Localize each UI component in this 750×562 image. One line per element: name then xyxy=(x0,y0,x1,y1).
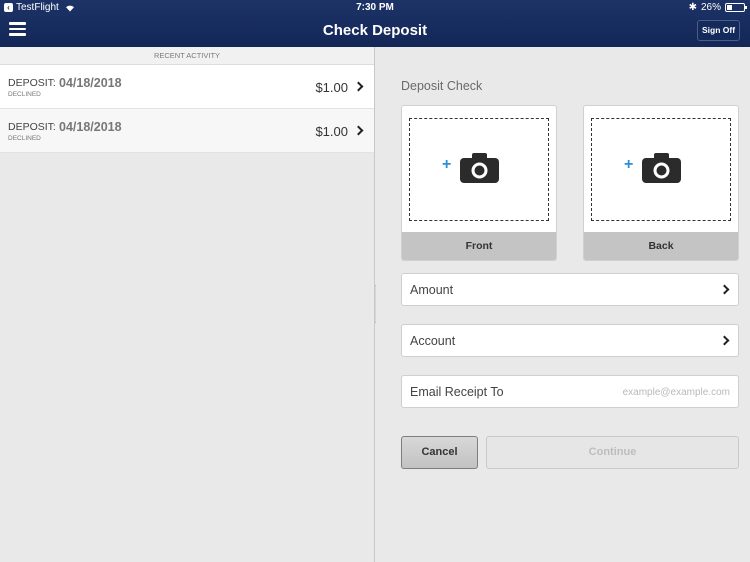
recent-activity-header: RECENT ACTIVITY xyxy=(0,47,374,65)
top-bar: ‹ TestFlight 7:30 PM ✱ 26% Check Deposit… xyxy=(0,0,750,47)
activity-row[interactable]: DEPOSIT: 04/18/2018 DECLINED $1.00 xyxy=(0,65,374,109)
back-photo-capture[interactable]: + Back xyxy=(583,105,739,261)
camera-icon xyxy=(642,153,681,183)
plus-icon: + xyxy=(442,156,452,173)
chevron-right-icon xyxy=(353,125,364,136)
front-label: Front xyxy=(402,232,556,260)
back-label: Back xyxy=(584,232,738,260)
email-receipt-label: Email Receipt To xyxy=(410,385,504,399)
chevron-right-icon xyxy=(719,335,730,346)
activity-status: DECLINED xyxy=(8,135,41,142)
recent-activity-panel: RECENT ACTIVITY DEPOSIT: 04/18/2018 DECL… xyxy=(0,47,375,562)
front-photo-capture[interactable]: + Front xyxy=(401,105,557,261)
activity-date: 04/18/2018 xyxy=(59,76,122,90)
bluetooth-icon: ✱ xyxy=(688,2,697,13)
account-field[interactable]: Account xyxy=(401,324,739,357)
activity-date: 04/18/2018 xyxy=(59,120,122,134)
battery-icon xyxy=(725,3,747,12)
activity-type: DEPOSIT: xyxy=(8,77,56,89)
activity-amount: $1.00 xyxy=(315,124,348,139)
activity-amount: $1.00 xyxy=(315,80,348,95)
status-bar: ‹ TestFlight 7:30 PM ✱ 26% xyxy=(0,0,750,16)
amount-label: Amount xyxy=(410,283,454,297)
activity-type: DEPOSIT: xyxy=(8,121,56,133)
email-placeholder: example@example.com xyxy=(622,387,730,398)
sign-off-button[interactable]: Sign Off xyxy=(697,20,740,41)
chevron-right-icon xyxy=(353,81,364,92)
cancel-button[interactable]: Cancel xyxy=(401,436,478,469)
deposit-form-panel: Deposit Check + Front + Back Amount Acco… xyxy=(376,47,750,562)
activity-status: DECLINED xyxy=(8,91,41,98)
email-receipt-field[interactable]: Email Receipt To example@example.com xyxy=(401,375,739,408)
status-time: 7:30 PM xyxy=(356,2,394,13)
amount-field[interactable]: Amount xyxy=(401,273,739,306)
deposit-check-title: Deposit Check xyxy=(401,79,483,93)
continue-button[interactable]: Continue xyxy=(486,436,739,469)
camera-icon xyxy=(460,153,499,183)
activity-row[interactable]: DEPOSIT: 04/18/2018 DECLINED $1.00 xyxy=(0,109,374,153)
plus-icon: + xyxy=(624,156,634,173)
chevron-right-icon xyxy=(719,284,730,295)
battery-percent: 26% xyxy=(700,2,721,13)
account-label: Account xyxy=(410,334,456,348)
page-title: Check Deposit xyxy=(322,22,428,39)
